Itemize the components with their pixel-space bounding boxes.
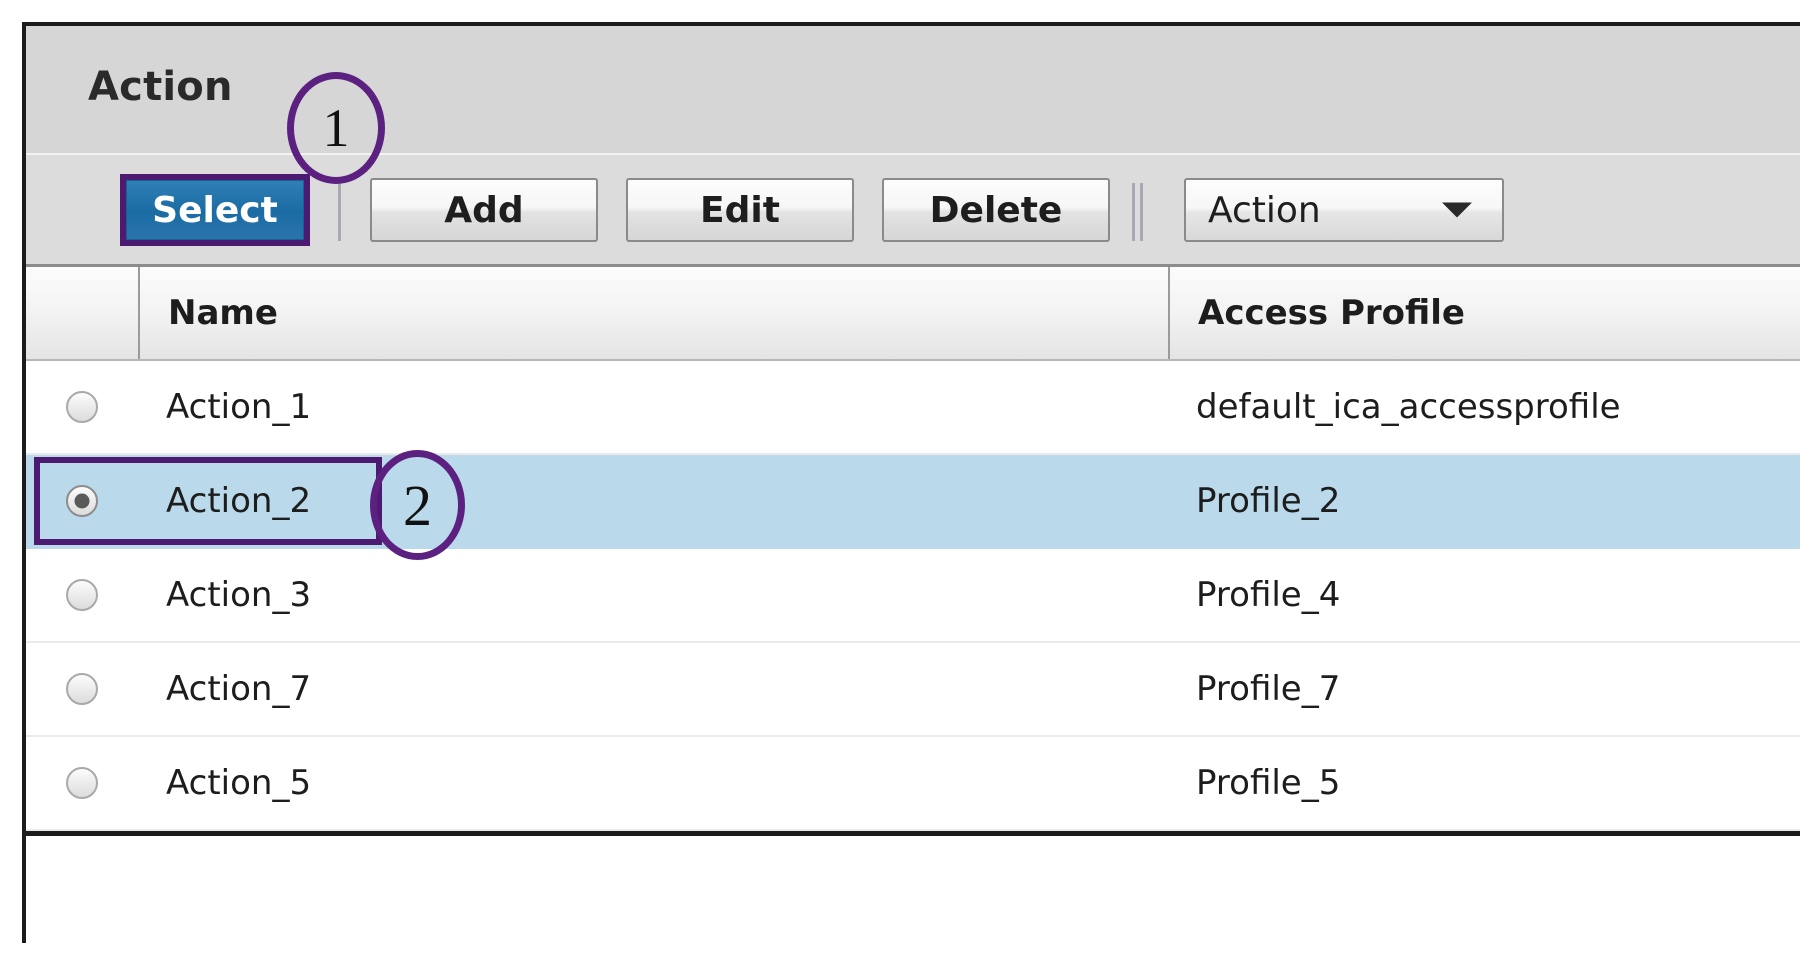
table-row[interactable]: Action_1 default_ica_accessprofile	[26, 361, 1800, 455]
select-button-annotation-highlight: Select	[120, 174, 310, 246]
table-header-row: Name Access Profile	[26, 267, 1800, 361]
chevron-down-icon	[1442, 202, 1472, 218]
row-name-cell: Action_7	[166, 669, 312, 709]
action-toolbar: Select Add Edit Delete Action	[26, 155, 1800, 267]
radio-button-icon[interactable]	[66, 579, 98, 611]
table-row-selected[interactable]: Action_2 Profile_2	[26, 455, 1800, 549]
action-dropdown-value: Action	[1208, 189, 1321, 231]
column-header-name: Name	[138, 267, 1168, 359]
table-row[interactable]: Action_7 Profile_7	[26, 643, 1800, 737]
step-annotation-1: 1	[287, 72, 385, 184]
column-header-select	[26, 267, 138, 359]
page-title: Action	[88, 64, 233, 110]
table-row[interactable]: Action_3 Profile_4	[26, 549, 1800, 643]
row-access-profile-cell: Profile_2	[1196, 481, 1341, 521]
row-radio-cell[interactable]	[26, 643, 138, 735]
row-access-profile-cell: Profile_4	[1196, 575, 1341, 615]
row-name-cell: Action_2	[166, 481, 312, 521]
row-access-profile-cell: Profile_5	[1196, 763, 1341, 803]
add-button[interactable]: Add	[370, 178, 598, 242]
action-table: Name Access Profile Action_1 default_ica…	[26, 267, 1800, 836]
step-annotation-2: 2	[370, 450, 465, 560]
action-panel: Action Select Add Edit Delete Action Nam…	[22, 22, 1800, 943]
row-name-cell: Action_3	[166, 575, 312, 615]
row-access-profile-cell: Profile_7	[1196, 669, 1341, 709]
action-dropdown[interactable]: Action	[1184, 178, 1504, 242]
row-name-cell: Action_5	[166, 763, 312, 803]
radio-button-icon[interactable]	[66, 391, 98, 423]
row-radio-cell[interactable]	[26, 549, 138, 641]
row-radio-cell[interactable]	[26, 455, 138, 547]
toolbar-separator	[1140, 183, 1143, 241]
radio-button-selected-icon[interactable]	[66, 485, 98, 517]
delete-button[interactable]: Delete	[882, 178, 1110, 242]
table-bottom-border	[26, 831, 1800, 836]
row-radio-cell[interactable]	[26, 737, 138, 829]
row-radio-cell[interactable]	[26, 361, 138, 453]
toolbar-separator	[1132, 183, 1135, 241]
row-access-profile-cell: default_ica_accessprofile	[1196, 387, 1621, 427]
radio-button-icon[interactable]	[66, 673, 98, 705]
column-header-access-profile: Access Profile	[1168, 267, 1800, 359]
select-button[interactable]: Select	[126, 180, 304, 240]
radio-button-icon[interactable]	[66, 767, 98, 799]
table-row[interactable]: Action_5 Profile_5	[26, 737, 1800, 831]
edit-button[interactable]: Edit	[626, 178, 854, 242]
toolbar-separator	[338, 183, 341, 241]
row-name-cell: Action_1	[166, 387, 312, 427]
